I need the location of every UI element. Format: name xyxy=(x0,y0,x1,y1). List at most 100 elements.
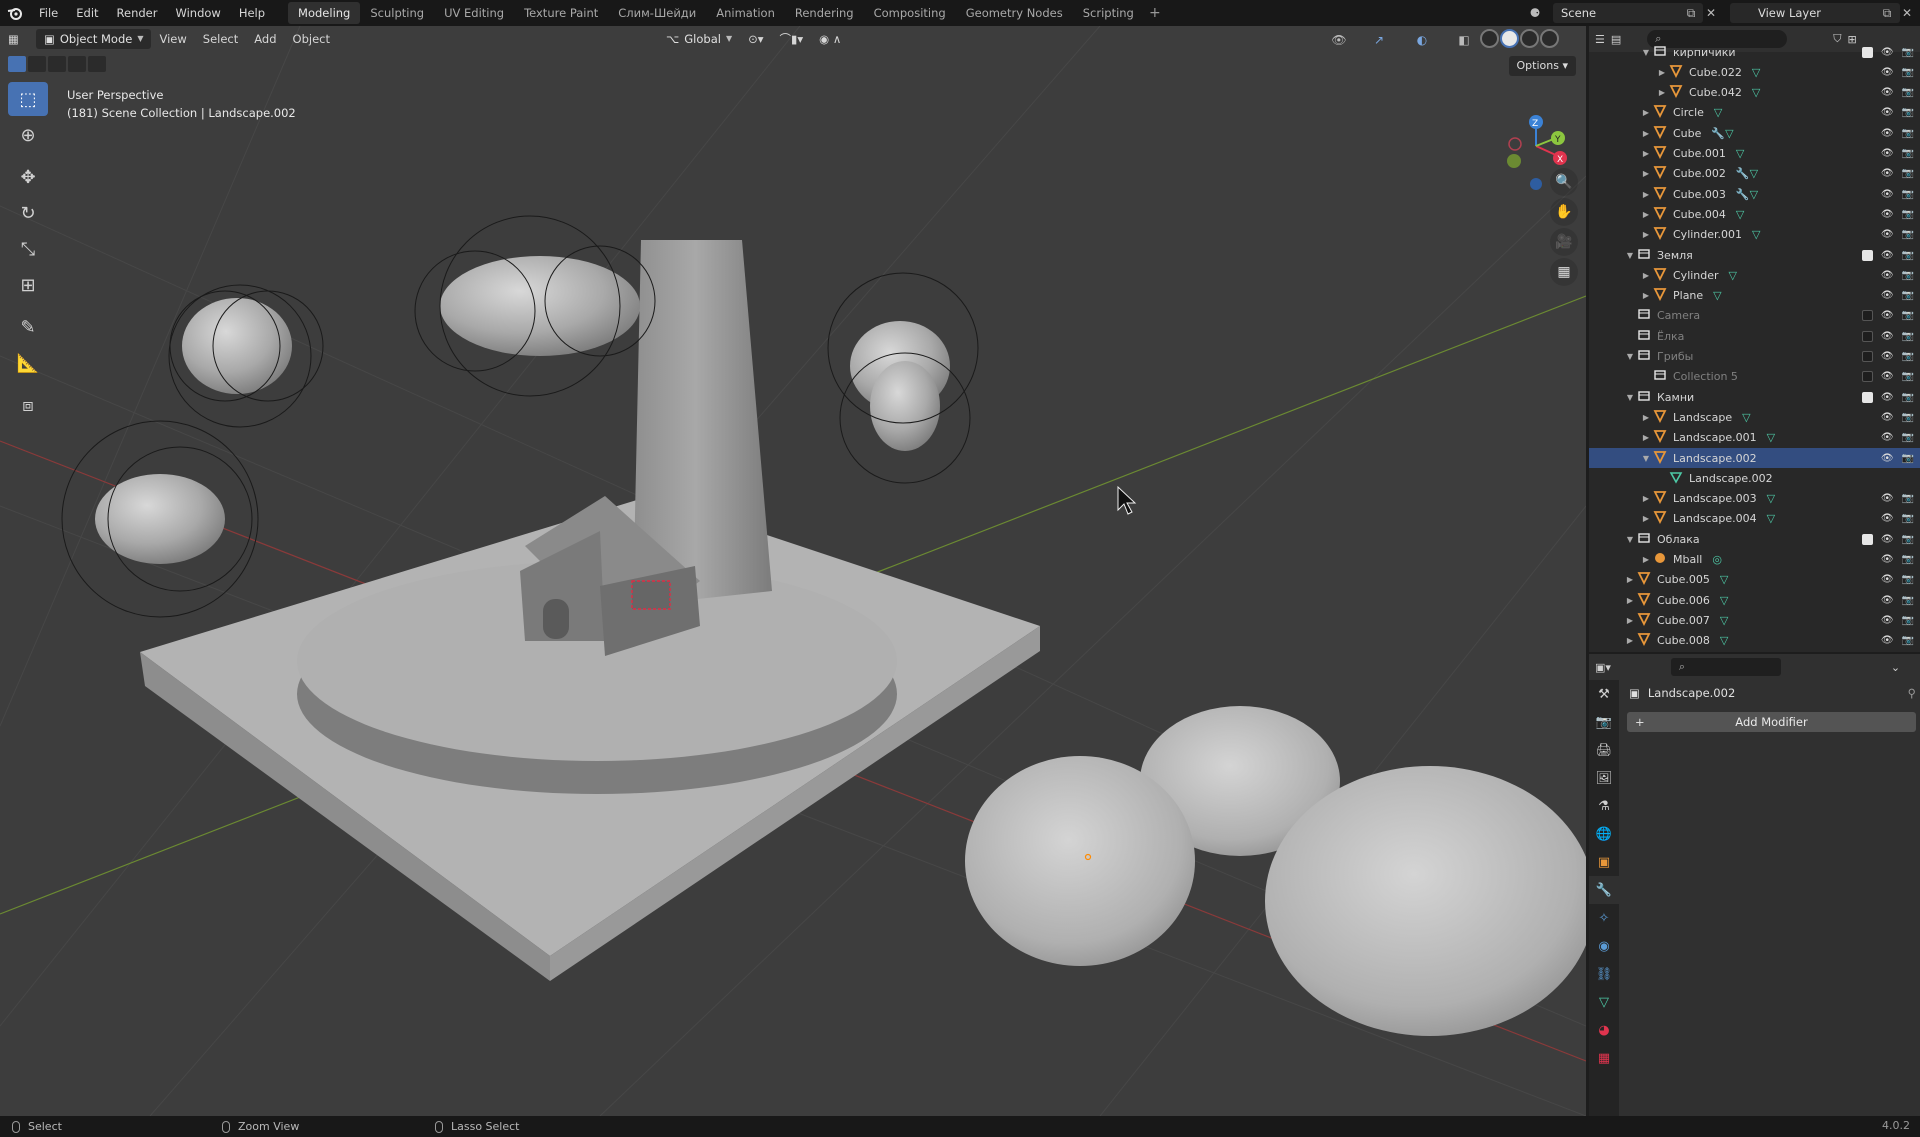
camera-icon[interactable]: 📷 xyxy=(1902,270,1914,281)
disclosure-open-icon[interactable]: ▼ xyxy=(1625,393,1635,402)
menu-object[interactable]: Object xyxy=(285,29,338,49)
view-layer-selector[interactable]: View Layer xyxy=(1730,3,1900,23)
tab-scripting[interactable]: Scripting xyxy=(1073,2,1144,24)
close-scene-icon[interactable]: ✕ xyxy=(1702,4,1720,22)
disclosure-closed-icon[interactable]: ▶ xyxy=(1641,230,1651,239)
camera-icon[interactable]: 📷 xyxy=(1902,67,1914,78)
move-icon[interactable]: ✥ xyxy=(8,160,48,194)
eye-icon[interactable]: 👁 xyxy=(1881,229,1894,240)
blender-logo-icon[interactable] xyxy=(0,0,30,26)
camera-icon[interactable]: 📷 xyxy=(1902,229,1914,240)
outliner-row[interactable]: ▼ Грибы 👁 📷 xyxy=(1589,347,1920,367)
tab-geometry-nodes[interactable]: Geometry Nodes xyxy=(956,2,1073,24)
texture-tab-icon[interactable]: ▦ xyxy=(1589,1044,1619,1072)
mesh-data-icon[interactable]: ▽ xyxy=(1736,208,1744,221)
eye-icon[interactable]: 👁 xyxy=(1881,351,1894,362)
exclude-checkbox[interactable] xyxy=(1861,533,1873,545)
select-extend-icon[interactable] xyxy=(28,56,46,72)
outliner-row[interactable]: ▼ Камни 👁 📷 xyxy=(1589,387,1920,407)
properties-search-input[interactable]: ⌕ xyxy=(1670,658,1781,676)
tool-tab-icon[interactable]: ⚒ xyxy=(1589,680,1619,708)
disclosure-open-icon[interactable]: ▼ xyxy=(1625,251,1635,260)
disclosure-closed-icon[interactable]: ▶ xyxy=(1641,271,1651,280)
rotate-icon[interactable]: ↻ xyxy=(8,196,48,230)
outliner-row[interactable]: ▶ Plane ▽ 👁 📷 xyxy=(1589,286,1920,306)
menu-select[interactable]: Select xyxy=(195,29,246,49)
camera-icon[interactable]: 📷 xyxy=(1902,107,1914,118)
eye-icon[interactable]: 👁 xyxy=(1881,270,1894,281)
mesh-data-icon[interactable]: ▽ xyxy=(1742,411,1750,424)
pin-icon[interactable]: ⚲ xyxy=(1908,686,1916,700)
outliner-row[interactable]: ▶ Landscape.004 ▽ 👁 📷 xyxy=(1589,509,1920,529)
scene-type-icon[interactable]: ⚈ xyxy=(1526,4,1544,22)
new-view-layer-icon[interactable]: ⧉ xyxy=(1878,4,1896,22)
eye-icon[interactable]: 👁 xyxy=(1881,554,1894,565)
material-shading-icon[interactable] xyxy=(1520,29,1539,48)
tab-rendering[interactable]: Rendering xyxy=(785,2,864,24)
camera-icon[interactable]: 📷 xyxy=(1902,493,1914,504)
zoom-icon[interactable]: 🔍 xyxy=(1550,168,1578,196)
outliner-row[interactable]: ▶ Landscape.001 ▽ 👁 📷 xyxy=(1589,428,1920,448)
scene-selector[interactable]: Scene xyxy=(1553,3,1703,23)
disclosure-closed-icon[interactable]: ▶ xyxy=(1625,596,1635,605)
editor-type-icon[interactable]: ▦ xyxy=(0,29,36,49)
disclosure-closed-icon[interactable]: ▶ xyxy=(1641,555,1651,564)
menu-help[interactable]: Help xyxy=(230,2,274,24)
outliner-row[interactable]: ▶ Cube.006 ▽ 👁 📷 xyxy=(1589,590,1920,610)
disclosure-closed-icon[interactable]: ▶ xyxy=(1641,413,1651,422)
eye-icon[interactable]: 👁 xyxy=(1881,148,1894,159)
disclosure-closed-icon[interactable]: ▶ xyxy=(1641,129,1651,138)
menu-edit[interactable]: Edit xyxy=(67,2,107,24)
mesh-data-icon[interactable]: ▽ xyxy=(1714,106,1722,119)
disclosure-open-icon[interactable]: ▼ xyxy=(1625,535,1635,544)
select-invert-icon[interactable] xyxy=(68,56,86,72)
outliner-row[interactable]: ▶ Landscape ▽ 👁 📷 xyxy=(1589,407,1920,427)
disclosure-closed-icon[interactable]: ▶ xyxy=(1657,68,1667,77)
outliner-row[interactable]: ▼ Landscape.002 👁 📷 xyxy=(1589,448,1920,468)
camera-icon[interactable]: 📷 xyxy=(1902,310,1914,321)
mesh-data-icon[interactable]: ▽ xyxy=(1720,634,1728,647)
eye-icon[interactable]: 👁 xyxy=(1881,534,1894,545)
eye-icon[interactable]: 👁 xyxy=(1881,412,1894,423)
metaball-data-icon[interactable]: ◎ xyxy=(1712,553,1722,566)
outliner-row[interactable]: Collection 5 👁 📷 xyxy=(1589,367,1920,387)
mesh-data-icon[interactable]: ▽ xyxy=(1767,492,1775,505)
add-workspace-icon[interactable]: + xyxy=(1144,5,1166,21)
outliner-row[interactable]: ▶ Cube.001 ▽ 👁 📷 xyxy=(1589,144,1920,164)
select-subtract-icon[interactable] xyxy=(48,56,66,72)
mesh-data-icon[interactable]: ▽ xyxy=(1736,147,1744,160)
perspective-toggle-icon[interactable]: ▦ xyxy=(1550,258,1578,286)
material-tab-icon[interactable]: ◕ xyxy=(1589,1016,1619,1044)
disclosure-closed-icon[interactable]: ▶ xyxy=(1641,108,1651,117)
eye-icon[interactable]: 👁 xyxy=(1881,615,1894,626)
camera-icon[interactable]: 📷 xyxy=(1902,574,1914,585)
camera-view-icon[interactable]: 🎥 xyxy=(1550,228,1578,256)
tab-sculpting[interactable]: Sculpting xyxy=(360,2,434,24)
camera-icon[interactable]: 📷 xyxy=(1902,189,1914,200)
camera-icon[interactable]: 📷 xyxy=(1902,351,1914,362)
mesh-data-icon[interactable]: ▽ xyxy=(1752,228,1760,241)
tab-modeling[interactable]: Modeling xyxy=(288,2,361,24)
camera-icon[interactable]: 📷 xyxy=(1902,554,1914,565)
outliner-row[interactable]: ▶ Cylinder.001 ▽ 👁 📷 xyxy=(1589,225,1920,245)
camera-icon[interactable]: 📷 xyxy=(1902,250,1914,261)
eye-icon[interactable]: 👁 xyxy=(1881,432,1894,443)
add-cube-icon[interactable]: ⧈ xyxy=(8,388,48,422)
3d-viewport[interactable]: ▦ ▣ Object Mode ▼ View Select Add Object… xyxy=(0,26,1586,1116)
measure-icon[interactable]: 📐 xyxy=(8,346,48,380)
physics-tab-icon[interactable]: ◉ xyxy=(1589,932,1619,960)
properties-editor[interactable]: ▣▾ ⌕ ⌄ ⚒ 📷 🖨 🖼 ⚗ 🌐 ▣ 🔧 ✧ ◉ ⛓ ▽ ◕ ▦ ▣ Landscape.002 ⚲ … xyxy=(1589,654,1920,1117)
outliner-row[interactable]: ▼ Земля 👁 📷 xyxy=(1589,245,1920,265)
disclosure-closed-icon[interactable]: ▶ xyxy=(1625,636,1635,645)
orientation-dropdown[interactable]: ⌥ Global ▼ xyxy=(658,29,740,49)
eye-icon[interactable]: 👁 xyxy=(1881,310,1894,321)
exclude-checkbox[interactable] xyxy=(1861,46,1873,58)
outliner-row[interactable]: ▶ Cube.005 ▽ 👁 📷 xyxy=(1589,570,1920,590)
scene-tab-icon[interactable]: ⚗ xyxy=(1589,792,1619,820)
mesh-data-icon[interactable]: ▽ xyxy=(1720,594,1728,607)
eye-icon[interactable]: 👁 xyxy=(1881,574,1894,585)
pivot-icon[interactable]: ⊙▾ xyxy=(740,29,771,49)
eye-icon[interactable]: 👁 xyxy=(1881,290,1894,301)
cursor-icon[interactable]: ⊕ xyxy=(8,118,48,152)
camera-icon[interactable]: 📷 xyxy=(1902,168,1914,179)
